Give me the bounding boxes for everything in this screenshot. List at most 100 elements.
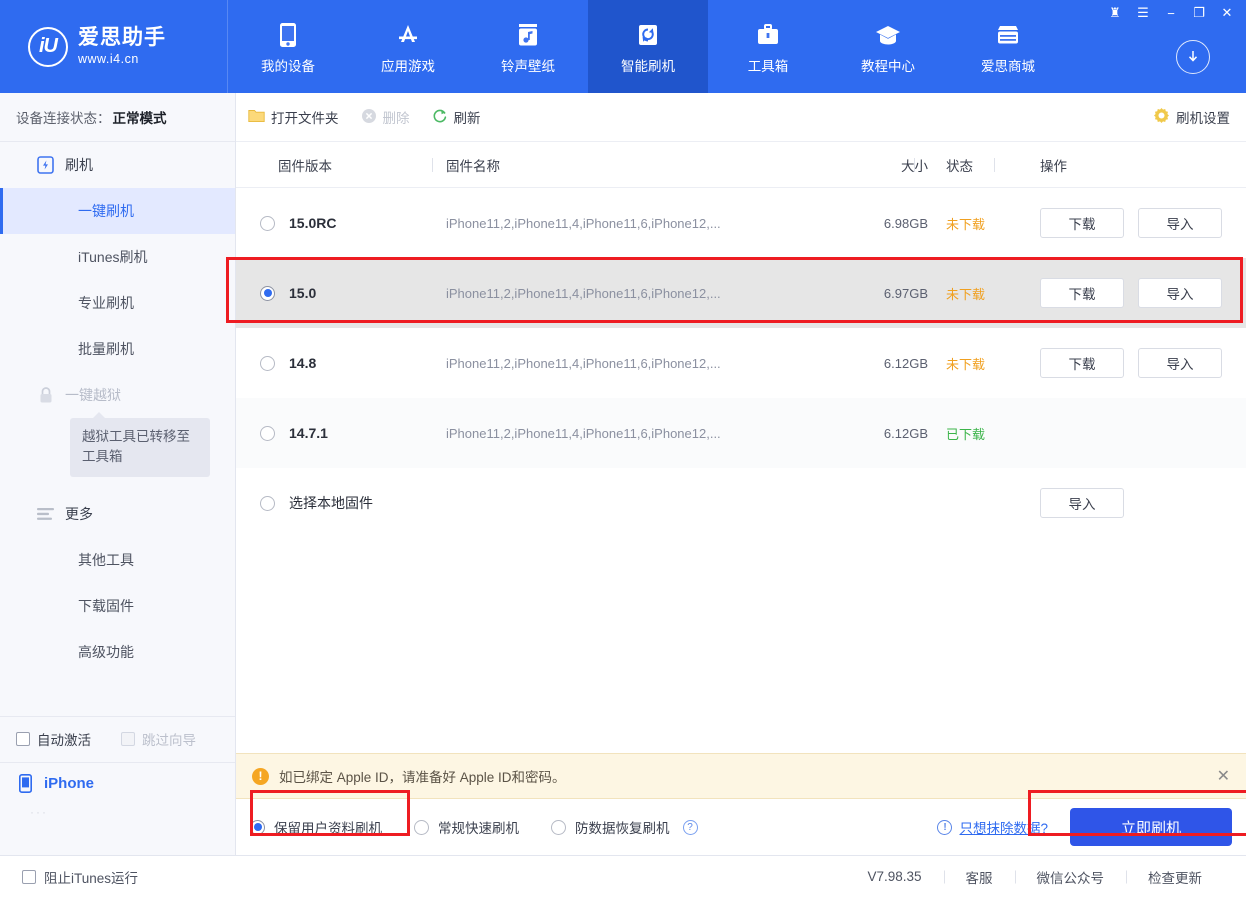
checkbox-box[interactable] <box>16 732 30 746</box>
help-question-icon[interactable]: ? <box>683 820 698 835</box>
footer-link-check-update[interactable]: 检查更新 <box>1126 867 1224 887</box>
toolbar-label: 打开文件夹 <box>271 107 339 127</box>
refresh-button[interactable]: 刷新 <box>432 107 481 127</box>
download-button[interactable]: 下载 <box>1040 348 1124 378</box>
sidebar-item-other-tools[interactable]: 其他工具 <box>0 537 235 583</box>
checkbox-skip-wizard: 跳过向导 <box>121 729 196 749</box>
row-version-cell[interactable]: 14.7.1 <box>236 425 446 441</box>
sidebar-item-label: 专业刷机 <box>78 293 134 313</box>
footer-link-support[interactable]: 客服 <box>944 867 1015 887</box>
row-version-cell[interactable]: 15.0RC <box>236 215 446 231</box>
download-arrow-icon[interactable] <box>1176 40 1210 74</box>
nav-label: 爱思商城 <box>981 55 1035 75</box>
nav-label: 我的设备 <box>261 55 315 75</box>
footer-link-wechat[interactable]: 微信公众号 <box>1015 867 1127 887</box>
nav-label: 工具箱 <box>748 55 789 75</box>
row-radio[interactable] <box>260 286 275 301</box>
sidebar-item-pro-flash[interactable]: 专业刷机 <box>0 280 235 326</box>
import-button[interactable]: 导入 <box>1138 208 1222 238</box>
row-version-cell[interactable]: 14.8 <box>236 355 446 371</box>
row-version-cell[interactable]: 15.0 <box>236 285 446 301</box>
download-button[interactable]: 下载 <box>1040 278 1124 308</box>
nav-item-tutorial-center[interactable]: 教程中心 <box>828 0 948 93</box>
table-row[interactable]: 15.0 iPhone11,2,iPhone11,4,iPhone11,6,iP… <box>236 258 1246 328</box>
import-button[interactable]: 导入 <box>1040 488 1124 518</box>
flash-settings-button[interactable]: 刷机设置 <box>1153 107 1230 127</box>
close-icon[interactable]: ✕ <box>1217 766 1230 786</box>
nav-item-store[interactable]: 爱思商城 <box>948 0 1068 93</box>
nav-item-my-device[interactable]: 我的设备 <box>228 0 348 93</box>
sidebar-group-flash[interactable]: 刷机 <box>0 142 235 188</box>
sidebar-item-batch-flash[interactable]: 批量刷机 <box>0 326 235 372</box>
option-keep-user-data[interactable]: 保留用户资料刷机 <box>250 817 382 837</box>
start-flash-button[interactable]: 立即刷机 <box>1070 808 1232 846</box>
option-normal-fast-flash[interactable]: 常规快速刷机 <box>414 817 519 837</box>
row-version-cell[interactable]: 选择本地固件 <box>236 493 836 513</box>
table-row[interactable]: 选择本地固件 导入 <box>236 468 1246 538</box>
sidebar-item-one-key-flash[interactable]: 一键刷机 <box>0 188 235 234</box>
block-itunes-checkbox[interactable]: 阻止iTunes运行 <box>22 867 138 887</box>
row-name: iPhone11,2,iPhone11,4,iPhone11,6,iPhone1… <box>446 216 836 231</box>
close-icon[interactable]: ✕ <box>1214 3 1240 23</box>
option-label: 常规快速刷机 <box>438 817 519 837</box>
erase-data-link-group[interactable]: ! 只想抹除数据? <box>937 817 1048 837</box>
list-icon <box>36 504 55 523</box>
i4-logo-icon: iU <box>28 27 68 67</box>
device-sub-info: ··· <box>0 805 235 819</box>
open-folder-button[interactable]: 打开文件夹 <box>248 107 339 127</box>
brand-name: 爱思助手 <box>78 26 166 50</box>
download-button[interactable]: 下载 <box>1040 208 1124 238</box>
erase-data-link[interactable]: 只想抹除数据? <box>959 817 1048 837</box>
table-row[interactable]: 14.8 iPhone11,2,iPhone11,4,iPhone11,6,iP… <box>236 328 1246 398</box>
nav-item-ringtones-wallpapers[interactable]: 铃声壁纸 <box>468 0 588 93</box>
row-actions: 下载 导入 <box>1008 208 1222 238</box>
nav-item-apps-games[interactable]: 应用游戏 <box>348 0 468 93</box>
checkbox-box[interactable] <box>22 870 36 884</box>
table-row[interactable]: 14.7.1 iPhone11,2,iPhone11,4,iPhone11,6,… <box>236 398 1246 468</box>
sidebar-item-itunes-flash[interactable]: iTunes刷机 <box>0 234 235 280</box>
row-size: 6.12GB <box>836 426 928 441</box>
sidebar-item-advanced-features[interactable]: 高级功能 <box>0 629 235 675</box>
option-radio[interactable] <box>551 820 566 835</box>
row-radio[interactable] <box>260 356 275 371</box>
minimize-icon[interactable]: − <box>1158 3 1184 23</box>
row-size: 6.97GB <box>836 286 928 301</box>
nav-item-toolbox[interactable]: 工具箱 <box>708 0 828 93</box>
skin-icon[interactable]: ♜ <box>1102 3 1128 23</box>
music-icon <box>515 22 541 48</box>
column-header-state: 状态 <box>928 155 1008 175</box>
store-icon <box>995 22 1021 48</box>
maximize-icon[interactable]: ❐ <box>1186 3 1212 23</box>
nav-item-smart-flash[interactable]: 智能刷机 <box>588 0 708 93</box>
toolbar-label: 刷机设置 <box>1176 107 1230 127</box>
option-radio[interactable] <box>250 820 265 835</box>
row-radio[interactable] <box>260 496 275 511</box>
checkbox-auto-activate[interactable]: 自动激活 <box>16 729 91 749</box>
connected-device-item[interactable]: iPhone <box>0 763 235 805</box>
option-radio[interactable] <box>414 820 429 835</box>
nav-label: 铃声壁纸 <box>501 55 555 75</box>
sidebar-item-download-firmware[interactable]: 下载固件 <box>0 583 235 629</box>
row-radio[interactable] <box>260 426 275 441</box>
menu-icon[interactable]: ☰ <box>1130 3 1156 23</box>
import-button[interactable]: 导入 <box>1138 278 1222 308</box>
option-anti-recovery-flash[interactable]: 防数据恢复刷机 ? <box>551 817 698 837</box>
appstore-icon <box>395 22 421 48</box>
apple-id-notice: ! 如已绑定 Apple ID，请准备好 Apple ID和密码。 ✕ <box>236 753 1246 799</box>
row-version: 15.0 <box>289 285 316 301</box>
sidebar-group-more[interactable]: 更多 <box>0 491 235 537</box>
row-radio[interactable] <box>260 216 275 231</box>
row-actions: 导入 <box>1008 488 1124 518</box>
row-state: 已下载 <box>928 424 1008 443</box>
row-name: iPhone11,2,iPhone11,4,iPhone11,6,iPhone1… <box>446 356 836 371</box>
jailbreak-tooltip: 越狱工具已转移至工具箱 <box>70 418 210 477</box>
delete-button: 删除 <box>361 107 410 127</box>
nav-items: 我的设备 应用游戏 铃声壁纸 智能刷机 <box>228 0 1068 93</box>
table-row[interactable]: 15.0RC iPhone11,2,iPhone11,4,iPhone11,6,… <box>236 188 1246 258</box>
graduation-icon <box>875 22 901 48</box>
main-panel: 打开文件夹 删除 刷新 刷机设置 固 <box>236 93 1246 855</box>
option-label: 保留用户资料刷机 <box>274 817 382 837</box>
row-actions: 下载 导入 <box>1008 278 1222 308</box>
import-button[interactable]: 导入 <box>1138 348 1222 378</box>
info-icon: ! <box>937 820 952 835</box>
